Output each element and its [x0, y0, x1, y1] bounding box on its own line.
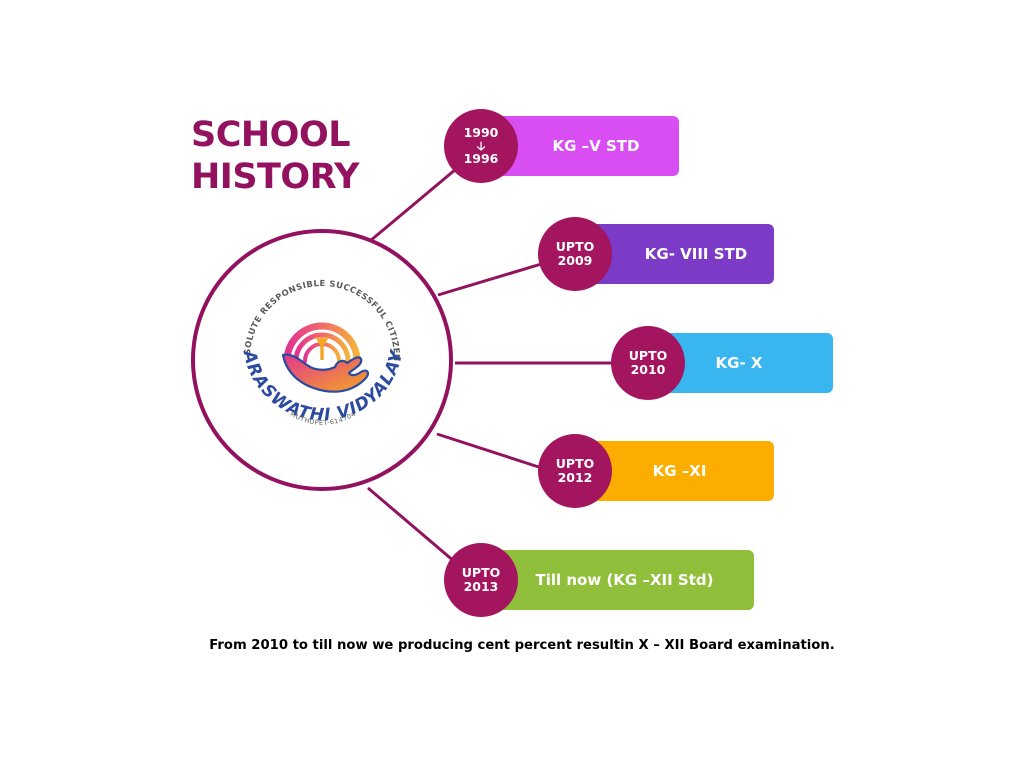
milestone-label-2: KG- VIII STD [644, 245, 748, 263]
hand-icon [281, 353, 370, 393]
badge-1-bottom: 1996 [463, 151, 499, 166]
milestone-label-1: KG –V STD [552, 137, 640, 155]
milestone-badge-3: UPTO 2010 [611, 326, 685, 400]
badge-4-top: UPTO [555, 456, 595, 471]
connector-2 [437, 260, 549, 297]
badge-5-bottom: 2013 [463, 579, 499, 594]
logo-motto: RESOLUTE RESPONSIBLE SUCCESSFUL CITIZENS [192, 225, 402, 362]
badge-4-bottom: 2012 [557, 470, 593, 485]
person-figure-icon [315, 337, 329, 360]
connector-1 [369, 162, 463, 243]
badge-3-bottom: 2010 [630, 362, 666, 377]
milestone-pill-5: Till now (KG –XII Std) [485, 550, 754, 610]
connector-5 [367, 486, 463, 570]
school-logo: RESOLUTE RESPONSIBLE SUCCESSFUL CITIZENS… [186, 218, 407, 427]
milestone-badge-4: UPTO 2012 [538, 434, 612, 508]
svg-text:RESOLUTE RESPONSIBLE SUCCESSFU: RESOLUTE RESPONSIBLE SUCCESSFUL CITIZENS [195, 233, 402, 362]
milestone-label-3: KG- X [715, 354, 763, 372]
milestone-label-5: Till now (KG –XII Std) [535, 571, 714, 589]
milestone-label-4: KG –XI [652, 462, 707, 480]
milestone-pill-4: KG –XI [585, 441, 774, 501]
milestone-badge-5: UPTO 2013 [444, 543, 518, 617]
milestone-badge-2: UPTO 2009 [538, 217, 612, 291]
badge-2-bottom: 2009 [557, 253, 593, 268]
school-history-diagram: SCHOOL HISTORY SOLUTE RESPONSIBLE SUCCES… [0, 0, 1024, 768]
footer-note: From 2010 to till now we producing cent … [209, 638, 835, 653]
connector-4 [436, 432, 549, 472]
badge-5-top: UPTO [461, 565, 501, 580]
badge-3-top: UPTO [628, 348, 668, 363]
badge-1-top: 1990 [463, 125, 499, 140]
badge-2-top: UPTO [555, 239, 595, 254]
school-logo-circle: RESOLUTE RESPONSIBLE SUCCESSFUL CITIZENS… [186, 218, 453, 491]
milestone-badge-1: 1990 🡣 1996 [444, 109, 518, 183]
